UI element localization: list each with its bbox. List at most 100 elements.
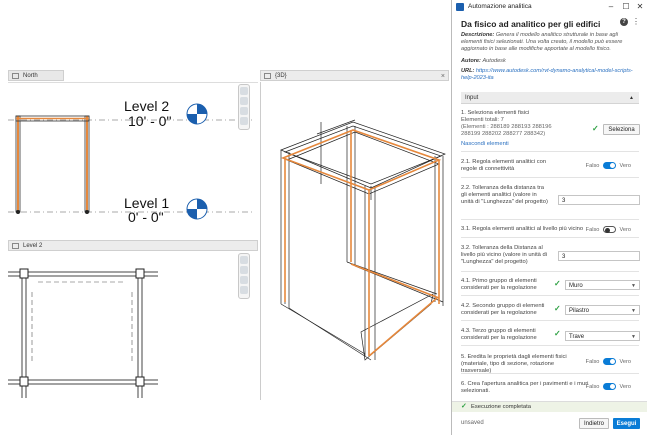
pan-icon[interactable]: [240, 107, 248, 115]
level1-elevation: 0' - 0": [128, 209, 164, 225]
step3-1-row: 3.1. Regola elementi analitici al livell…: [461, 222, 639, 238]
step2-2-tolerance-input[interactable]: 3: [558, 195, 640, 205]
step4-1-selected-value: Muro: [569, 283, 583, 289]
step4-2-check-icon: ✓: [554, 304, 561, 313]
chevron-down-icon: ▼: [631, 334, 636, 340]
level1-name: Level 1: [124, 195, 170, 211]
step4-3-select[interactable]: Trave ▼: [565, 331, 640, 341]
step3-1-label: 3.1. Regola elementi analitici al livell…: [461, 226, 584, 232]
level2-elevation: 10' - 0": [128, 113, 172, 129]
step5-row: 5. Eredita le proprietà dagli elementi f…: [461, 352, 639, 374]
app-icon: [456, 3, 464, 11]
step1-total: Elementi totali: 7: [461, 117, 504, 123]
step6-row: 6. Crea l'apertura analitica per i pavim…: [461, 378, 639, 398]
back-button[interactable]: Indietro: [579, 418, 609, 429]
level2-name: Level 2: [124, 98, 170, 114]
step6-toggle[interactable]: [602, 383, 616, 391]
toggle-knob: [604, 227, 610, 233]
step4-2-row: 4.2. Secondo gruppo di elementi consider…: [461, 301, 640, 321]
step4-1-select[interactable]: Muro ▼: [565, 280, 640, 290]
tab-3d-view[interactable]: {3D} ×: [260, 70, 449, 81]
hide-elements-link[interactable]: Nascondi elementi: [461, 141, 509, 147]
tab-north-view[interactable]: North: [8, 70, 64, 81]
step5-false-label: Falso: [585, 359, 600, 365]
status-bar: ✓ Esecuzione completata: [452, 401, 647, 412]
chevron-down-icon: ▼: [631, 308, 636, 314]
step4-1-row: 4.1. Primo gruppo di elementi considerat…: [461, 276, 640, 296]
step6-true-label: Vero: [619, 384, 631, 390]
step2-2-label: 2.2. Tolleranza della distanza tra gli e…: [461, 185, 548, 205]
step1-check-icon: ✓: [592, 124, 599, 133]
plan-view-icon: [12, 243, 19, 249]
author-value: Autodesk: [482, 58, 506, 64]
input-section-header[interactable]: Input ▲: [461, 92, 639, 104]
close-icon[interactable]: ✕: [633, 0, 647, 14]
step6-false-label: Falso: [585, 384, 600, 390]
steering-wheel-icon[interactable]: [240, 256, 248, 264]
step4-1-label: 4.1. Primo gruppo di elementi considerat…: [461, 278, 537, 291]
status-text: Esecuzione completata: [471, 404, 531, 410]
description-text: Descrizione: Genera il modello analitico…: [461, 32, 639, 53]
step5-toggle-group: Falso Vero: [586, 358, 631, 366]
step4-2-selected-value: Pilastro: [569, 308, 590, 314]
step3-1-true-label: Vero: [619, 227, 631, 233]
step1-row: 1. Seleziona elementi fisici Elementi to…: [461, 110, 640, 152]
tab-3d-label: {3D}: [275, 73, 287, 79]
3d-structure-drawing: [280, 119, 446, 361]
select-elements-button[interactable]: Seleziona: [603, 124, 640, 135]
elevation-navigation-bar[interactable]: [238, 84, 250, 130]
status-check-icon: ✓: [461, 403, 467, 410]
step3-1-toggle[interactable]: [602, 226, 616, 234]
run-button[interactable]: Esegui: [613, 418, 640, 429]
step3-1-false-label: Falso: [585, 227, 600, 233]
step3-2-tolerance-input[interactable]: 3: [558, 251, 640, 261]
url-label: URL:: [461, 68, 475, 74]
step2-1-row: 2.1. Regola elementi analitici con regol…: [461, 156, 639, 178]
step4-2-label: 4.2. Secondo gruppo di elementi consider…: [461, 303, 545, 316]
panel-titlebar[interactable]: Automazione analitica – ☐ ✕: [452, 0, 647, 14]
step3-2-label: 3.2. Tolleranza della Distanza al livell…: [461, 245, 548, 265]
step5-label: 5. Eredita le proprietà dagli elementi f…: [461, 354, 567, 374]
zoom-icon[interactable]: [240, 97, 248, 105]
step5-toggle[interactable]: [602, 358, 616, 366]
collapse-icon[interactable]: ▲: [629, 92, 634, 104]
step6-label: 6. Crea l'apertura analitica per i pavim…: [461, 381, 589, 394]
step2-1-false-label: Falso: [585, 163, 600, 169]
plan-navigation-bar[interactable]: [238, 253, 250, 299]
more-options-icon[interactable]: ⋮: [632, 17, 640, 26]
step6-toggle-group: Falso Vero: [586, 383, 631, 391]
step4-3-check-icon: ✓: [554, 329, 561, 338]
step4-1-check-icon: ✓: [554, 279, 561, 288]
tab-level2-view[interactable]: Level 2: [8, 240, 258, 251]
step2-1-toggle-group: Falso Vero: [586, 162, 631, 170]
minimize-icon[interactable]: –: [604, 0, 618, 14]
maximize-icon[interactable]: ☐: [619, 0, 633, 14]
step2-1-toggle[interactable]: [602, 162, 616, 170]
author-text: Autore: Autodesk: [461, 58, 639, 65]
tab-north-label: North: [23, 73, 38, 79]
step4-3-label: 4.3. Terzo gruppo di elementi considerat…: [461, 328, 537, 341]
plan-drawing: [8, 268, 158, 398]
step3-1-toggle-group: Falso Vero: [586, 226, 631, 234]
toggle-knob: [609, 359, 615, 365]
panel-title: Da fisico ad analitico per gli edifici: [461, 19, 601, 29]
orbit-icon[interactable]: [240, 117, 248, 125]
help-url-link[interactable]: https://www.autodesk.com/rvt-dynamo-anal…: [461, 68, 633, 81]
level2-plan-canvas[interactable]: [8, 252, 236, 399]
analytical-automation-panel: Automazione analitica – ☐ ✕ Da fisico ad…: [451, 0, 647, 435]
3d-view-canvas[interactable]: [260, 82, 451, 400]
step4-2-select[interactable]: Pilastro ▼: [565, 305, 640, 315]
toggle-knob: [609, 163, 615, 169]
pan-icon[interactable]: [240, 276, 248, 284]
step2-1-label: 2.1. Regola elementi analitici con regol…: [461, 159, 547, 172]
steering-wheel-icon[interactable]: [240, 87, 248, 95]
orbit-icon[interactable]: [240, 286, 248, 294]
help-icon[interactable]: ?: [620, 18, 628, 26]
description-label: Descrizione:: [461, 32, 495, 38]
close-icon[interactable]: ×: [441, 71, 445, 82]
3d-view-icon: [264, 73, 271, 79]
step2-2-row: 2.2. Tolleranza della distanza tra gli e…: [461, 182, 640, 220]
input-section-label: Input: [465, 95, 479, 101]
step5-true-label: Vero: [619, 359, 631, 365]
zoom-icon[interactable]: [240, 266, 248, 274]
